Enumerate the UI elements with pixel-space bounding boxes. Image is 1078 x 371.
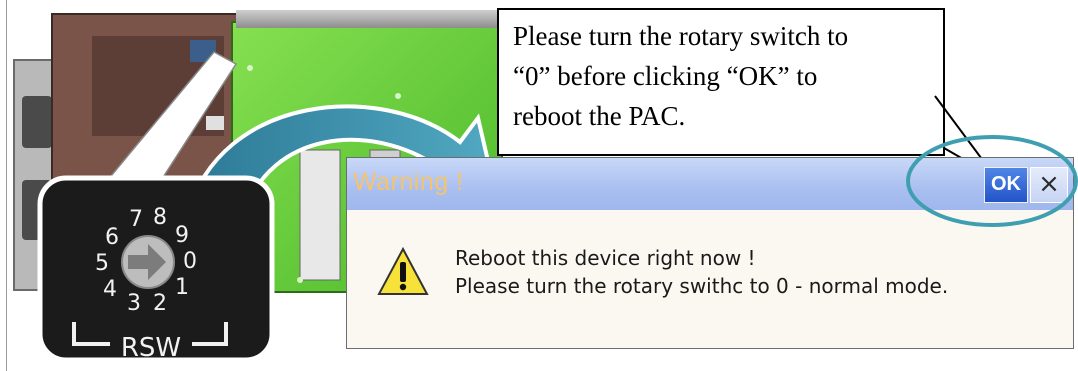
dialog-title: Warning !	[353, 168, 464, 196]
ok-highlight-ellipse	[906, 135, 1078, 227]
dialog-body: Reboot this device right now ! Please tu…	[347, 210, 1073, 348]
warning-icon	[377, 246, 429, 295]
dialog-message-line-1: Reboot this device right now !	[455, 246, 756, 270]
dialog-message-line-2: Please turn the rotary swithc to 0 - nor…	[455, 274, 949, 298]
dialog-message: Reboot this device right now ! Please tu…	[455, 244, 948, 300]
